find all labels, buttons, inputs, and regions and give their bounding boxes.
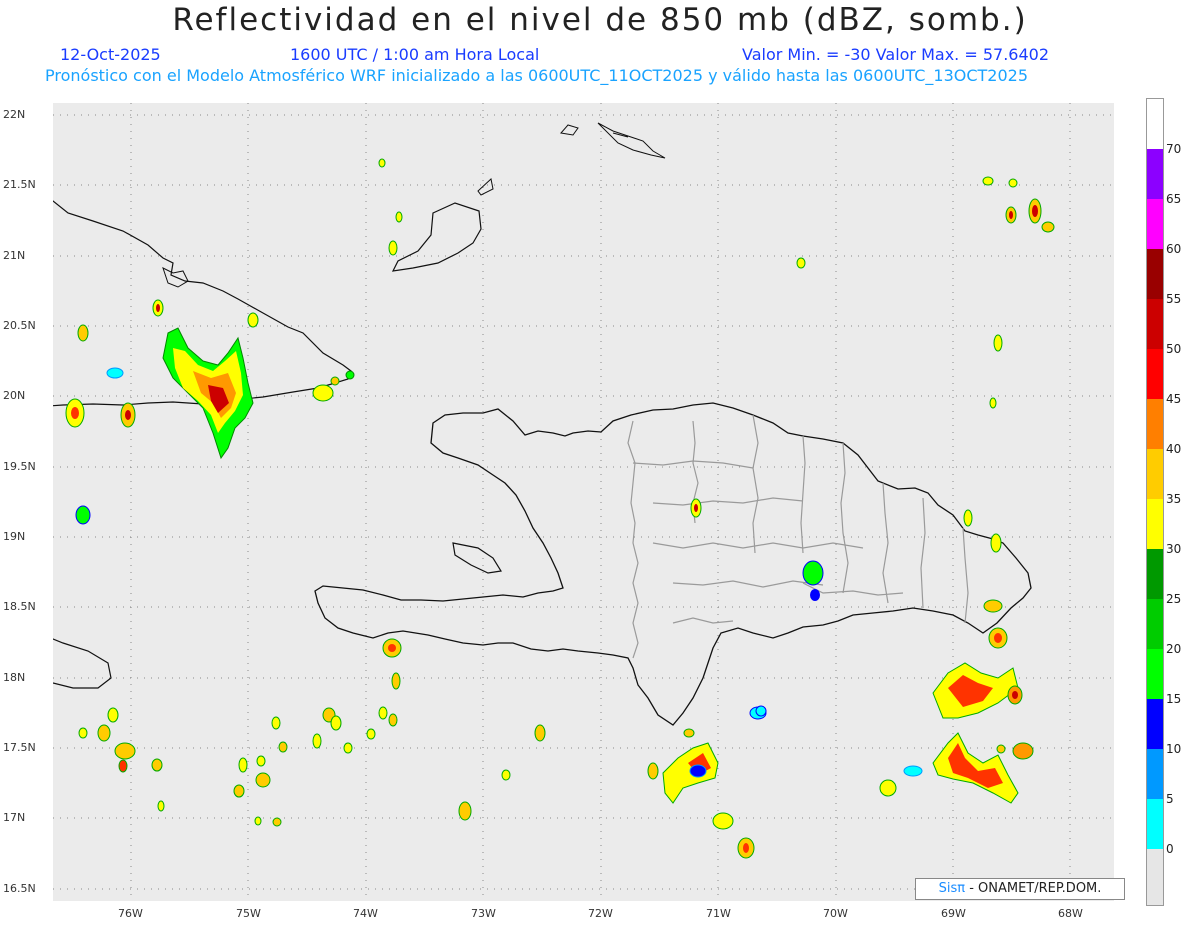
cbar-label-60: 60 xyxy=(1166,242,1182,256)
lat-label-20n: 20N xyxy=(3,389,26,402)
hispaniola-coastline xyxy=(314,402,1032,726)
cbar-label-25: 25 xyxy=(1166,592,1182,606)
cbar-35 xyxy=(1147,499,1163,549)
cbar-label-30: 30 xyxy=(1166,542,1182,556)
cbar-15 xyxy=(1147,699,1163,749)
jamaica-coastline xyxy=(53,638,112,689)
lon-label-68w: 68W xyxy=(1058,907,1083,920)
province-borders xyxy=(627,414,969,659)
lat-label-22n: 22N xyxy=(3,108,26,121)
cbar-50 xyxy=(1147,349,1163,399)
reflectivity-cells xyxy=(65,158,1055,859)
cbar-label-5: 5 xyxy=(1166,792,1174,806)
lon-label-70w: 70W xyxy=(823,907,848,920)
lat-label-18-5n: 18.5N xyxy=(3,600,36,613)
lon-label-71w: 71W xyxy=(706,907,731,920)
cbar-label-55: 55 xyxy=(1166,292,1182,306)
lon-label-69w: 69W xyxy=(941,907,966,920)
island-a xyxy=(477,178,494,196)
cbar-label-70: 70 xyxy=(1166,142,1182,156)
credit-brand: Sisπ xyxy=(938,881,966,896)
lat-label-19-5n: 19.5N xyxy=(3,460,36,473)
cbar-label-35: 35 xyxy=(1166,492,1182,506)
lat-label-16-5n: 16.5N xyxy=(3,882,36,895)
credit-text: - ONAMET/REP.DOM. xyxy=(969,881,1102,896)
lat-label-20-5n: 20.5N xyxy=(3,319,36,332)
cbar-label-0: 0 xyxy=(1166,842,1174,856)
gonave-island xyxy=(452,542,502,574)
forecast-date: 12-Oct-2025 xyxy=(60,45,161,64)
value-range: Valor Min. = -30 Valor Max. = 57.6402 xyxy=(742,45,1049,64)
cbar-30 xyxy=(1147,549,1163,599)
cbar-label-10: 10 xyxy=(1166,742,1182,756)
lat-label-17n: 17N xyxy=(3,811,26,824)
lon-label-73w: 73W xyxy=(471,907,496,920)
cbar-5 xyxy=(1147,799,1163,849)
cbar-0 xyxy=(1147,849,1163,905)
cbar-label-65: 65 xyxy=(1166,192,1182,206)
cbar-25 xyxy=(1147,599,1163,649)
model-info: Pronóstico con el Modelo Atmosférico WRF… xyxy=(45,66,1029,85)
cbar-20 xyxy=(1147,649,1163,699)
lon-label-75w: 75W xyxy=(236,907,261,920)
cbar-55 xyxy=(1147,299,1163,349)
lon-label-76w: 76W xyxy=(118,907,143,920)
lat-label-17-5n: 17.5N xyxy=(3,741,36,754)
graticule xyxy=(53,103,1114,901)
reflectivity-map xyxy=(53,103,1114,901)
cbar-10 xyxy=(1147,749,1163,799)
cbar-label-40: 40 xyxy=(1166,442,1182,456)
cbar-label-45: 45 xyxy=(1166,392,1182,406)
lon-label-74w: 74W xyxy=(353,907,378,920)
map-title: Reflectividad en el nivel de 850 mb (dBZ… xyxy=(172,2,1028,38)
lat-label-19n: 19N xyxy=(3,530,26,543)
cbar-label-50: 50 xyxy=(1166,342,1182,356)
cbar-45 xyxy=(1147,399,1163,449)
cbar-65 xyxy=(1147,199,1163,249)
cbar-70 xyxy=(1147,149,1163,199)
credit-box: Sisπ - ONAMET/REP.DOM. xyxy=(915,878,1125,900)
cbar-label-20: 20 xyxy=(1166,642,1182,656)
turks-caicos xyxy=(560,122,666,159)
inagua-coastline xyxy=(391,202,482,272)
cbar-60 xyxy=(1147,249,1163,299)
cbar-40 xyxy=(1147,449,1163,499)
cbar-label-15: 15 xyxy=(1166,692,1182,706)
map-panel xyxy=(53,103,1114,901)
lon-label-72w: 72W xyxy=(588,907,613,920)
colorbar xyxy=(1146,98,1164,906)
lat-label-18n: 18N xyxy=(3,671,26,684)
lat-label-21-5n: 21.5N xyxy=(3,178,36,191)
forecast-time: 1600 UTC / 1:00 am Hora Local xyxy=(290,45,540,64)
cbar-white-top xyxy=(1147,99,1163,149)
lat-label-21n: 21N xyxy=(3,249,26,262)
